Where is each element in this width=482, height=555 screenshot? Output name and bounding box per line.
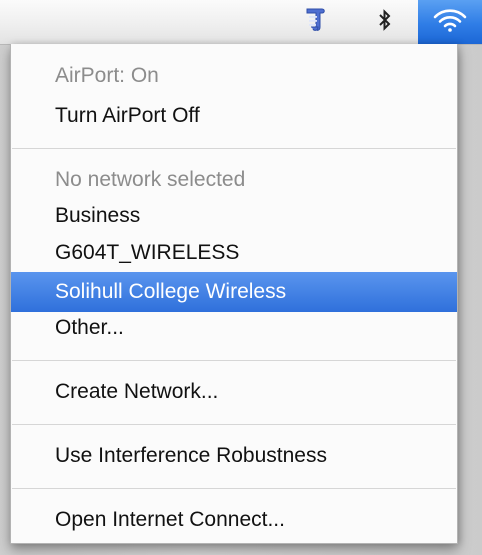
airport-menu-extra[interactable] xyxy=(418,0,482,44)
airport-status-item: AirPort: On xyxy=(55,64,159,87)
network-item-business[interactable]: Business xyxy=(11,196,457,236)
script-menu-icon xyxy=(304,7,328,38)
no-network-selected-item: No network selected xyxy=(55,168,246,191)
use-interference-robustness-item[interactable]: Use Interference Robustness xyxy=(11,436,457,476)
open-internet-connect-item[interactable]: Open Internet Connect... xyxy=(11,500,457,540)
script-menu-extra[interactable] xyxy=(296,0,336,44)
turn-airport-off-item[interactable]: Turn AirPort Off xyxy=(11,96,457,136)
menu-separator xyxy=(12,360,456,361)
airport-dropdown-menu: AirPort: On Turn AirPort Off No network … xyxy=(10,44,458,544)
create-network-item[interactable]: Create Network... xyxy=(11,372,457,412)
menu-separator xyxy=(12,148,456,149)
bluetooth-icon xyxy=(377,8,393,37)
menu-bar xyxy=(0,0,482,45)
menu-separator xyxy=(12,424,456,425)
menu-separator xyxy=(12,488,456,489)
wifi-icon xyxy=(433,7,467,38)
bluetooth-menu-extra[interactable] xyxy=(368,0,402,44)
network-item-g604t-wireless[interactable]: G604T_WIRELESS xyxy=(11,233,457,273)
network-item-other[interactable]: Other... xyxy=(11,308,457,348)
network-item-solihull-college-wireless[interactable]: Solihull College Wireless xyxy=(11,272,457,312)
